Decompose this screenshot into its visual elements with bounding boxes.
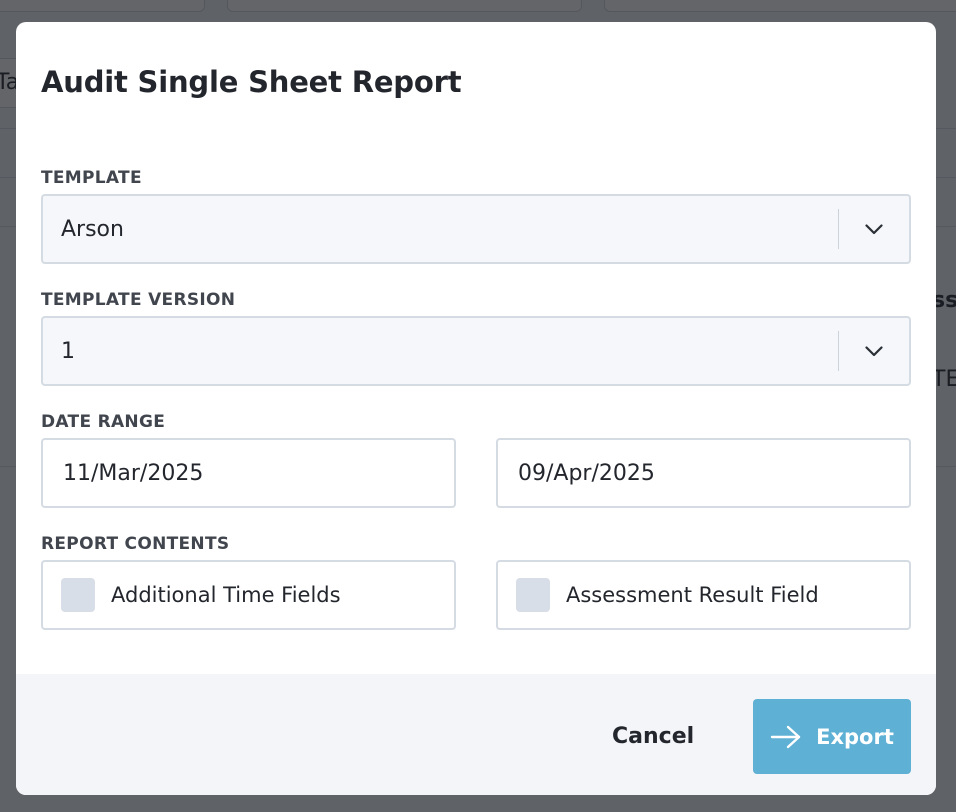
template-select[interactable]: Arson (41, 194, 911, 264)
template-label: TEMPLATE (41, 168, 142, 188)
start-date-input[interactable] (41, 438, 456, 508)
template-version-label: TEMPLATE VERSION (41, 290, 236, 310)
chevron-down-icon[interactable] (839, 196, 909, 262)
additional-time-fields-option[interactable]: Additional Time Fields (41, 560, 456, 630)
additional-time-fields-checkbox[interactable] (61, 578, 95, 612)
template-version-select[interactable]: 1 (41, 316, 911, 386)
export-button[interactable]: Export (753, 699, 911, 774)
assessment-result-field-checkbox[interactable] (516, 578, 550, 612)
dialog-title: Audit Single Sheet Report (41, 65, 462, 99)
arrow-right-icon (770, 725, 802, 749)
audit-report-dialog: Audit Single Sheet Report TEMPLATE Arson… (16, 22, 936, 795)
cancel-button[interactable]: Cancel (602, 712, 704, 760)
template-select-value: Arson (61, 216, 124, 242)
end-date-input[interactable] (496, 438, 911, 508)
export-button-label: Export (816, 724, 894, 749)
chevron-down-icon[interactable] (839, 318, 909, 384)
date-range-label: DATE RANGE (41, 412, 166, 432)
report-contents-label: REPORT CONTENTS (41, 534, 230, 554)
assessment-result-field-option[interactable]: Assessment Result Field (496, 560, 911, 630)
assessment-result-field-label: Assessment Result Field (566, 583, 819, 607)
dialog-footer: Cancel Export (16, 674, 936, 795)
template-version-select-value: 1 (61, 338, 75, 364)
additional-time-fields-label: Additional Time Fields (111, 583, 341, 607)
